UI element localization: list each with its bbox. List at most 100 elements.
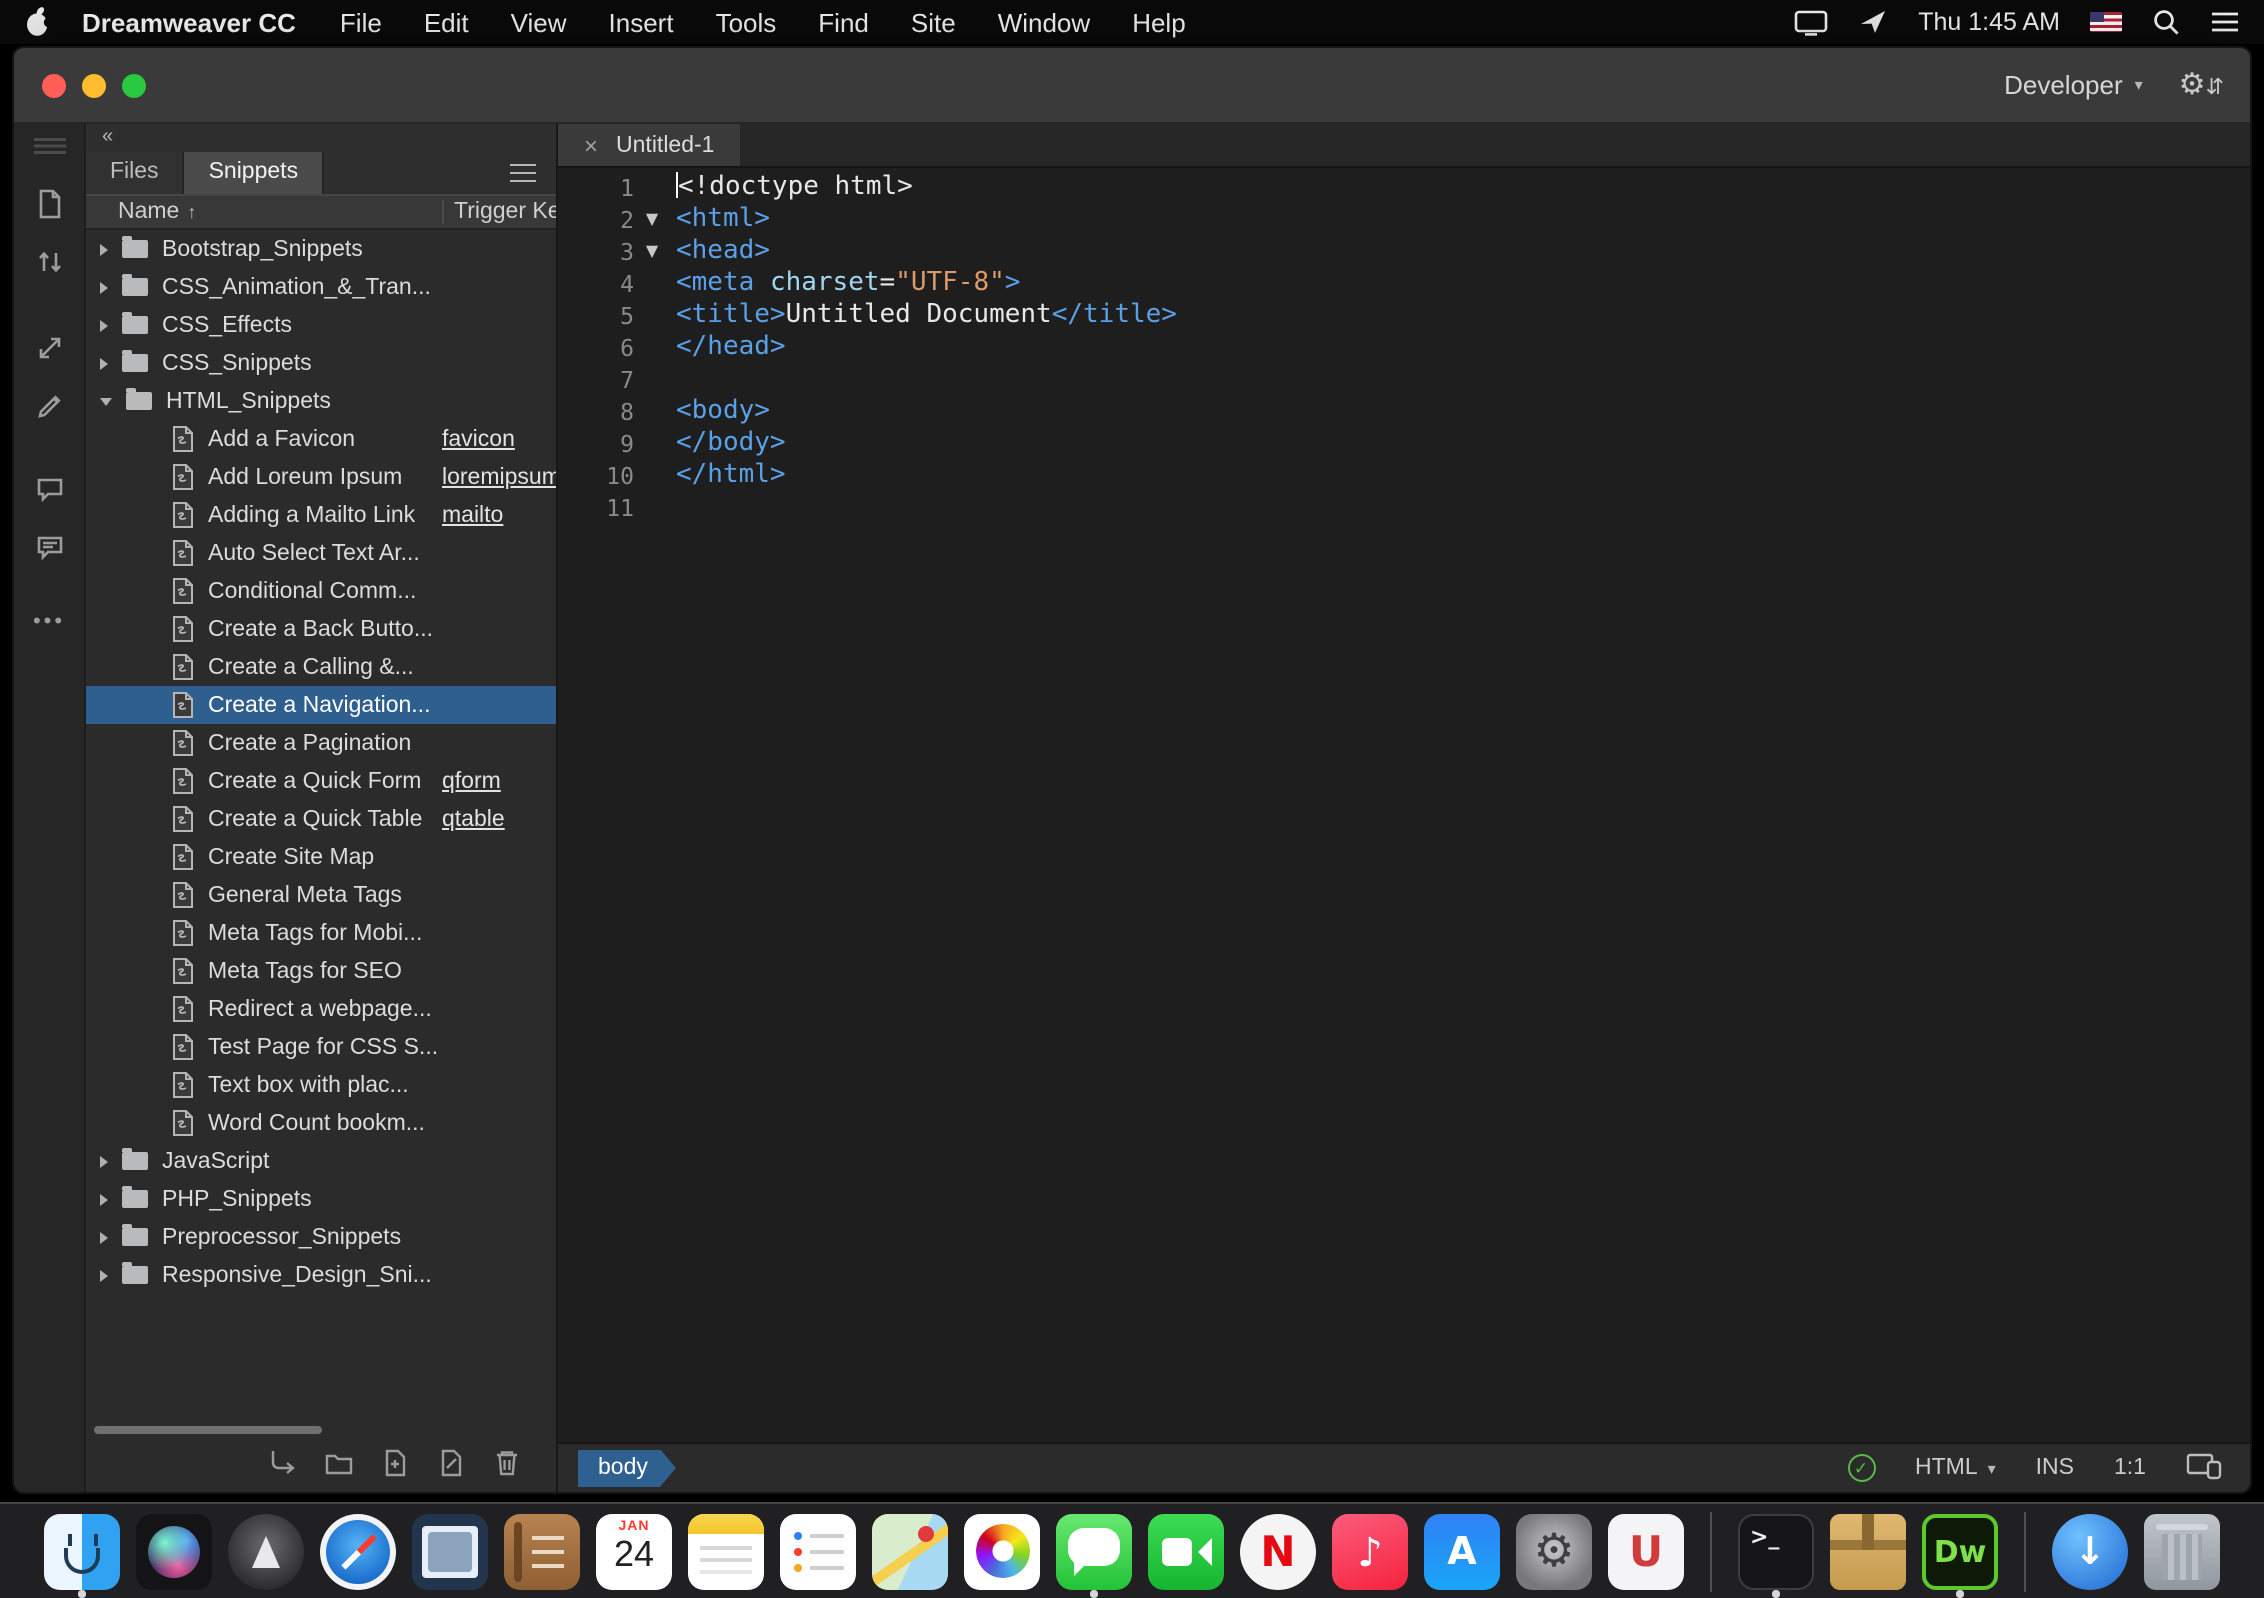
menubar-clock[interactable]: Thu 1:45 AM	[1918, 8, 2060, 36]
launchpad-icon[interactable]	[228, 1513, 304, 1589]
code-text[interactable]: </html>	[670, 460, 786, 492]
dock-item-mail[interactable]	[412, 1503, 488, 1598]
scrollbar-thumb[interactable]	[94, 1426, 322, 1434]
tree-folder-row[interactable]: JavaScript	[86, 1142, 556, 1180]
apple-logo-icon[interactable]	[24, 5, 54, 39]
code-text[interactable]: <body>	[670, 396, 770, 428]
close-tab-icon[interactable]: ×	[584, 133, 598, 157]
insert-mode-indicator[interactable]: INS	[2036, 1456, 2074, 1480]
dock-item-netflix[interactable]: N	[1240, 1503, 1316, 1598]
disclosure-open-icon[interactable]	[100, 397, 112, 405]
delete-icon[interactable]	[490, 1445, 524, 1479]
menu-find[interactable]: Find	[818, 7, 869, 37]
tree-folder-row[interactable]: Preprocessor_Snippets	[86, 1218, 556, 1256]
titlebar[interactable]: Developer ▾ ⚙⇵	[14, 48, 2250, 124]
tab-snippets[interactable]: Snippets	[184, 152, 325, 194]
tree-snippet-row[interactable]: Text box with plac...	[86, 1066, 556, 1104]
reminders-icon[interactable]	[780, 1513, 856, 1589]
tree-snippet-row[interactable]: Create a Quick Table qtable	[86, 800, 556, 838]
disclosure-closed-icon[interactable]	[100, 1231, 108, 1243]
tree-snippet-row[interactable]: Conditional Comm...	[86, 572, 556, 610]
tree-snippet-row[interactable]: Adding a Mailto Link mailto	[86, 496, 556, 534]
transfer-arrows-icon[interactable]	[31, 330, 67, 366]
code-text[interactable]: </body>	[670, 428, 786, 460]
tree-snippet-row[interactable]: Create a Back Butto...	[86, 610, 556, 648]
comment-bubble-icon[interactable]	[31, 472, 67, 508]
notification-list-icon[interactable]	[2210, 10, 2240, 34]
music-icon[interactable]: ♪	[1332, 1513, 1408, 1589]
close-window-button[interactable]	[42, 73, 66, 97]
collapse-panel-icon[interactable]: «	[102, 126, 113, 147]
tree-snippet-row[interactable]: Meta Tags for Mobi...	[86, 914, 556, 952]
disclosure-closed-icon[interactable]	[100, 1193, 108, 1205]
tree-snippet-row[interactable]: Auto Select Text Ar...	[86, 534, 556, 572]
screen-share-icon[interactable]	[1858, 8, 1888, 36]
tag-selector-body[interactable]: body	[578, 1449, 676, 1487]
dock-item-trash[interactable]	[2144, 1503, 2220, 1598]
new-folder-icon[interactable]	[322, 1445, 356, 1479]
system-preferences-icon[interactable]: ⚙	[1516, 1513, 1592, 1589]
code-text[interactable]: <html>	[670, 204, 770, 236]
comment-lines-icon[interactable]	[31, 530, 67, 566]
notes-icon[interactable]	[688, 1513, 764, 1589]
dock-item-archive[interactable]	[1830, 1503, 1906, 1598]
tree-snippet-row[interactable]: Test Page for CSS S...	[86, 1028, 556, 1066]
doctype-dropdown[interactable]: HTML ▾	[1915, 1456, 1996, 1480]
downloads-icon[interactable]: ↓	[2052, 1513, 2128, 1589]
disclosure-closed-icon[interactable]	[100, 1269, 108, 1281]
disclosure-closed-icon[interactable]	[100, 319, 108, 331]
workspace-switcher[interactable]: Developer ▾	[2004, 70, 2143, 100]
code-text[interactable]: <title>Untitled Document</title>	[670, 300, 1177, 332]
safari-icon[interactable]	[320, 1513, 396, 1589]
display-icon[interactable]	[1794, 9, 1828, 35]
dreamweaver-icon[interactable]: Dw	[1922, 1513, 1998, 1589]
dock-item-contacts[interactable]	[504, 1503, 580, 1598]
code-text[interactable]	[670, 364, 676, 396]
tree-folder-row[interactable]: CSS_Snippets	[86, 344, 556, 382]
code-text[interactable]: <meta charset="UTF-8">	[670, 268, 1020, 300]
disclosure-closed-icon[interactable]	[100, 357, 108, 369]
tree-snippet-row[interactable]: Redirect a webpage...	[86, 990, 556, 1028]
menu-file[interactable]: File	[340, 7, 382, 37]
fold-arrow-icon[interactable]: ▼	[634, 236, 670, 268]
tab-files[interactable]: Files	[86, 152, 185, 194]
dock-item-system-preferences[interactable]: ⚙	[1516, 1503, 1592, 1598]
archive-icon[interactable]	[1830, 1513, 1906, 1589]
menu-site[interactable]: Site	[911, 7, 956, 37]
tree-snippet-row[interactable]: Meta Tags for SEO	[86, 952, 556, 990]
tree-folder-row[interactable]: CSS_Effects	[86, 306, 556, 344]
netflix-icon[interactable]: N	[1240, 1513, 1316, 1589]
more-options-icon[interactable]: •••	[33, 610, 65, 634]
menu-edit[interactable]: Edit	[424, 7, 469, 37]
tree-folder-row[interactable]: HTML_Snippets	[86, 382, 556, 420]
menu-help[interactable]: Help	[1132, 7, 1186, 37]
dock-item-finder[interactable]	[44, 1503, 120, 1598]
menu-window[interactable]: Window	[998, 7, 1091, 37]
dock-item-terminal[interactable]: >_	[1738, 1503, 1814, 1598]
maps-icon[interactable]	[872, 1513, 948, 1589]
trigger-key[interactable]: qform	[442, 769, 556, 793]
column-header-trigger[interactable]: Trigger Key	[442, 200, 556, 224]
sort-arrows-icon[interactable]	[31, 244, 67, 280]
tree-snippet-row[interactable]: Add a Favicon favicon	[86, 420, 556, 458]
appstore-icon[interactable]: A	[1424, 1513, 1500, 1589]
disclosure-closed-icon[interactable]	[100, 281, 108, 293]
column-header-name[interactable]: Name ↑	[86, 200, 196, 224]
dock-item-safari[interactable]	[320, 1503, 396, 1598]
zoom-window-button[interactable]	[122, 73, 146, 97]
tree-folder-row[interactable]: CSS_Animation_&_Tran...	[86, 268, 556, 306]
panel-menu-icon[interactable]	[510, 164, 536, 182]
dock-item-facetime[interactable]	[1148, 1503, 1224, 1598]
preview-devices-icon[interactable]	[2186, 1451, 2222, 1485]
dock-item-music[interactable]: ♪	[1332, 1503, 1408, 1598]
facetime-icon[interactable]	[1148, 1513, 1224, 1589]
disclosure-closed-icon[interactable]	[100, 243, 108, 255]
new-snippet-icon[interactable]	[378, 1445, 412, 1479]
dock-item-launchpad[interactable]	[228, 1503, 304, 1598]
tree-snippet-row[interactable]: Create a Pagination	[86, 724, 556, 762]
dock-item-magnet[interactable]: U	[1608, 1503, 1684, 1598]
dock-item-appstore[interactable]: A	[1424, 1503, 1500, 1598]
terminal-icon[interactable]: >_	[1738, 1513, 1814, 1589]
tree-folder-row[interactable]: PHP_Snippets	[86, 1180, 556, 1218]
menu-view[interactable]: View	[511, 7, 567, 37]
